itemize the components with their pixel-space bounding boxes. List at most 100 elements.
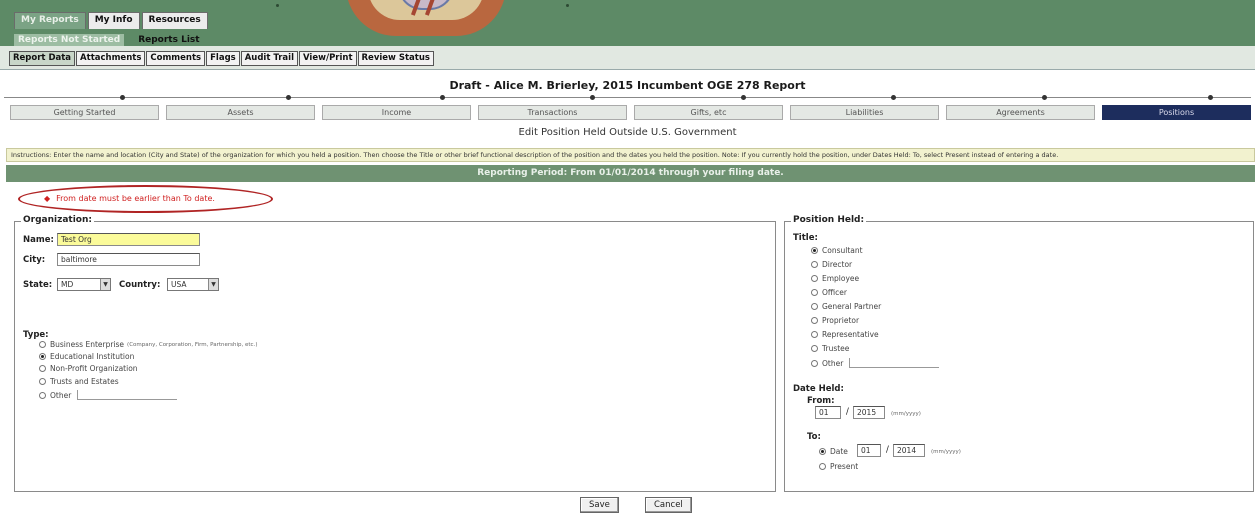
step-positions[interactable]: Positions	[1102, 105, 1251, 120]
progress-dot	[590, 95, 595, 100]
top-tab-resources[interactable]: Resources	[141, 12, 208, 29]
type-other-input[interactable]	[77, 390, 178, 400]
from-month-input[interactable]: 01	[815, 406, 841, 419]
radio-icon	[39, 378, 46, 385]
reporting-period-banner: Reporting Period: From 01/01/2014 throug…	[6, 165, 1255, 182]
radio-icon	[811, 331, 818, 338]
title-option-proprietor[interactable]: Proprietor	[811, 316, 859, 325]
top-tab-my-info[interactable]: My Info	[87, 12, 140, 29]
tab-flags[interactable]: Flags	[206, 51, 240, 66]
title-option-trustee[interactable]: Trustee	[811, 344, 849, 353]
radio-selected-icon	[39, 353, 46, 360]
date-separator: /	[886, 445, 889, 455]
title-option-consultant[interactable]: Consultant	[811, 246, 863, 255]
error-message: ◆ From date must be earlier than To date.	[44, 194, 215, 203]
chevron-down-icon: ▼	[208, 279, 218, 290]
to-option-present[interactable]: Present	[819, 462, 858, 471]
to-year-input[interactable]: 2014	[893, 444, 925, 457]
type-label: Type:	[23, 330, 49, 340]
title-option-officer[interactable]: Officer	[811, 288, 847, 297]
to-label: To:	[807, 432, 821, 442]
type-option-other[interactable]: Other	[39, 390, 178, 400]
type-option-note: (Company, Corporation, Firm, Partnership…	[127, 341, 258, 348]
to-option-label: Present	[830, 462, 859, 471]
title-option-label: Proprietor	[822, 316, 860, 325]
app-header: My Reports My Info Resources Reports Not…	[0, 0, 1255, 46]
title-option-general-partner[interactable]: General Partner	[811, 302, 881, 311]
step-liabilities[interactable]: Liabilities	[790, 105, 939, 120]
subnav-reports-list[interactable]: Reports List	[134, 34, 203, 46]
position-fieldset: Position Held: Title: Consultant Directo…	[784, 215, 1254, 492]
tab-view-print[interactable]: View/Print	[299, 51, 357, 66]
radio-selected-icon	[819, 448, 826, 455]
tab-review-status[interactable]: Review Status	[357, 51, 434, 66]
instructions-banner: Instructions: Enter the name and locatio…	[6, 148, 1255, 162]
step-getting-started[interactable]: Getting Started	[10, 105, 159, 120]
type-option-educational-institution[interactable]: Educational Institution	[39, 352, 134, 361]
error-text: From date must be earlier than To date.	[56, 194, 215, 203]
radio-selected-icon	[811, 247, 818, 254]
organization-legend: Organization:	[21, 215, 94, 225]
step-income[interactable]: Income	[322, 105, 471, 120]
type-option-label: Educational Institution	[50, 352, 135, 361]
to-option-label: Date	[830, 447, 848, 456]
tab-report-data[interactable]: Report Data	[9, 51, 76, 66]
to-format-hint: (mm/yyyy)	[931, 449, 961, 455]
title-option-label: Director	[822, 260, 853, 269]
top-tab-my-reports[interactable]: My Reports	[14, 12, 86, 29]
progress-dot	[891, 95, 896, 100]
sub-nav: Reports Not Started Reports List	[14, 34, 204, 46]
type-option-label: Business Enterprise	[50, 340, 125, 349]
cancel-button[interactable]: Cancel	[645, 497, 692, 513]
from-format-hint: (mm/yyyy)	[891, 411, 921, 417]
title-option-director[interactable]: Director	[811, 260, 852, 269]
title-option-other[interactable]: Other	[811, 358, 940, 368]
name-input[interactable]: Test Org	[57, 233, 200, 246]
position-legend: Position Held:	[791, 215, 867, 225]
step-assets[interactable]: Assets	[166, 105, 315, 120]
top-nav: My Reports My Info Resources	[14, 12, 208, 29]
step-gifts[interactable]: Gifts, etc	[634, 105, 783, 120]
type-option-business-enterprise[interactable]: Business Enterprise (Company, Corporatio…	[39, 340, 257, 349]
progress-dot	[1208, 95, 1213, 100]
type-option-non-profit[interactable]: Non-Profit Organization	[39, 364, 138, 373]
type-option-trusts-estates[interactable]: Trusts and Estates	[39, 377, 119, 386]
step-transactions[interactable]: Transactions	[478, 105, 627, 120]
state-value: MD	[61, 280, 74, 289]
date-separator: /	[846, 407, 849, 417]
city-input[interactable]: baltimore	[57, 253, 200, 266]
title-option-label: Other	[822, 358, 844, 368]
country-value: USA	[171, 280, 187, 289]
name-label: Name:	[23, 235, 54, 245]
subnav-reports-not-started[interactable]: Reports Not Started	[14, 34, 125, 46]
section-tab-bar: Report Data Attachments Comments Flags A…	[0, 46, 1255, 70]
tab-attachments[interactable]: Attachments	[76, 51, 146, 66]
title-option-label: General Partner	[822, 302, 882, 311]
radio-icon	[811, 345, 818, 352]
to-month-input[interactable]: 01	[857, 444, 881, 457]
save-button[interactable]: Save	[580, 497, 619, 513]
from-year-input[interactable]: 2015	[853, 406, 885, 419]
title-other-input[interactable]	[849, 358, 940, 368]
title-option-label: Trustee	[822, 344, 850, 353]
country-select[interactable]: USA ▼	[167, 278, 219, 291]
progress-dot	[120, 95, 125, 100]
radio-icon	[811, 275, 818, 282]
title-option-label: Officer	[822, 288, 847, 297]
tab-audit-trail[interactable]: Audit Trail	[240, 51, 298, 66]
radio-icon	[811, 289, 818, 296]
state-label: State:	[23, 280, 53, 290]
tab-comments[interactable]: Comments	[146, 51, 206, 66]
from-label: From:	[807, 396, 835, 406]
title-option-representative[interactable]: Representative	[811, 330, 879, 339]
progress-dot	[741, 95, 746, 100]
city-label: City:	[23, 255, 46, 265]
to-option-date[interactable]: Date	[819, 447, 848, 456]
progress-steps: Getting Started Assets Income Transactio…	[10, 105, 1251, 120]
state-select[interactable]: MD ▼	[57, 278, 111, 291]
progress-dot	[440, 95, 445, 100]
type-option-label: Trusts and Estates	[50, 377, 119, 386]
type-option-label: Other	[50, 390, 72, 400]
step-agreements[interactable]: Agreements	[946, 105, 1095, 120]
title-option-employee[interactable]: Employee	[811, 274, 859, 283]
